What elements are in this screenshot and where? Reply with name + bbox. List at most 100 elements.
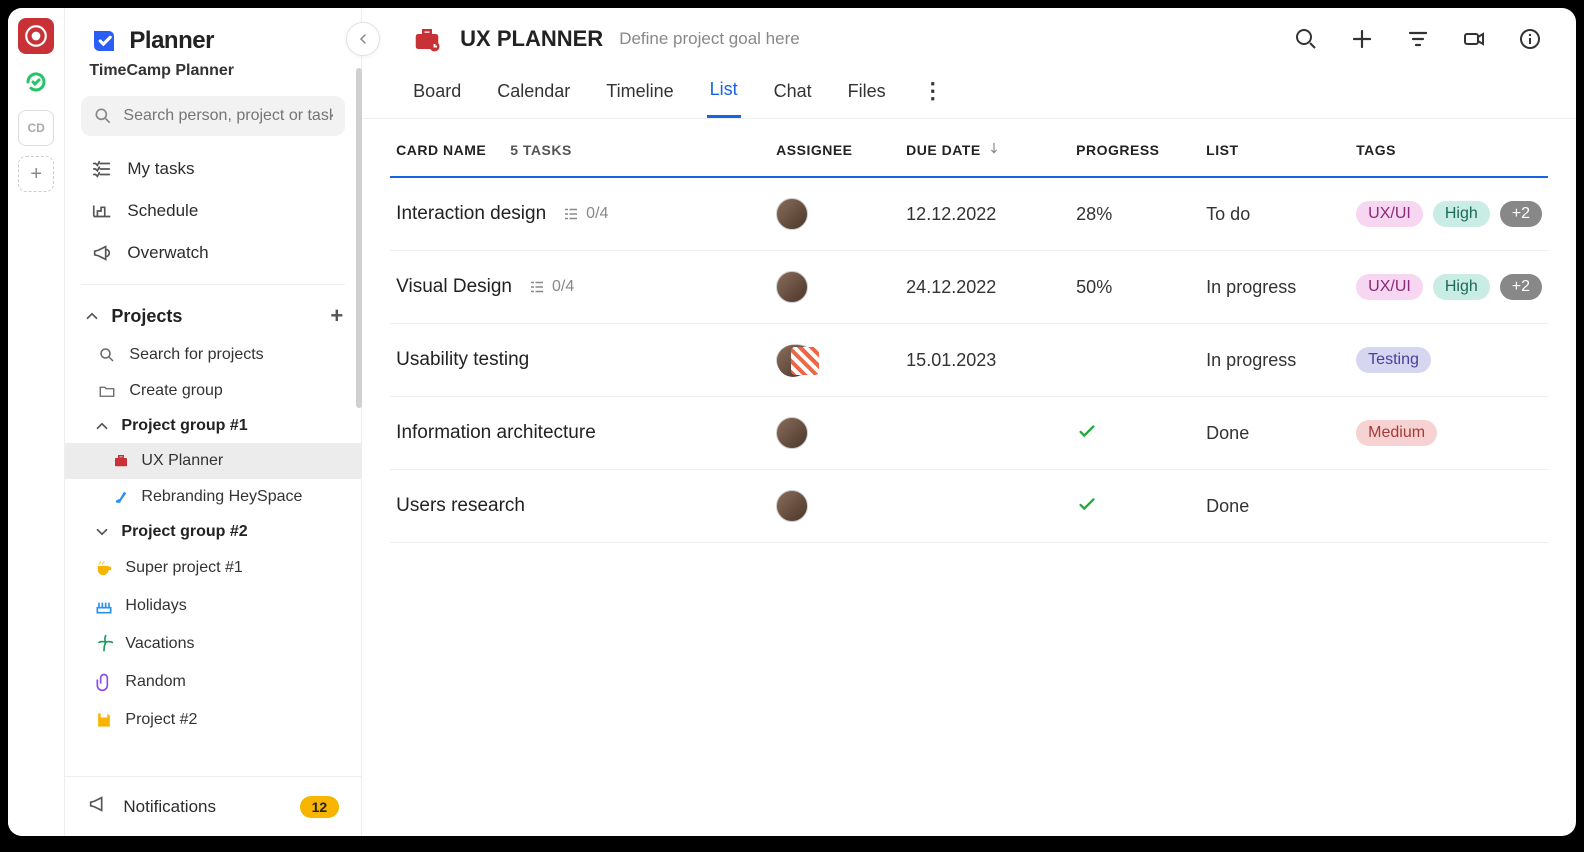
th-due-date[interactable]: DUE DATE (906, 141, 1076, 158)
list-cell: In progress (1206, 350, 1356, 371)
tag[interactable]: Medium (1356, 420, 1437, 446)
project-vacations[interactable]: Vacations (65, 625, 361, 663)
tab-more[interactable]: ⋮ (919, 70, 947, 118)
task-table: CARD NAME5 TASKS ASSIGNEE DUE DATE PROGR… (362, 119, 1576, 543)
nav-label: Overwatch (127, 243, 208, 263)
table-row[interactable]: Usability testing15.01.2023In progressTe… (390, 324, 1548, 397)
table-row[interactable]: Interaction design0/412.12.202228%To doU… (390, 178, 1548, 251)
tag[interactable]: UX/UI (1356, 274, 1423, 300)
search-projects-link[interactable]: Search for projects (65, 337, 361, 373)
project-ux-planner[interactable]: UX Planner (65, 443, 361, 479)
th-progress[interactable]: PROGRESS (1076, 142, 1206, 158)
table-row[interactable]: Visual Design0/424.12.202250%In progress… (390, 251, 1548, 324)
info-button[interactable] (1516, 25, 1544, 53)
rail-workspace-cd[interactable]: CD (18, 110, 54, 146)
tag[interactable]: +2 (1500, 201, 1542, 227)
project-label: Rebranding HeySpace (141, 488, 302, 506)
list-cell: To do (1206, 204, 1356, 225)
tab-files[interactable]: Files (845, 70, 889, 118)
app-subtitle: TimeCamp Planner (65, 62, 361, 90)
project-title[interactable]: UX PLANNER (460, 26, 603, 52)
list-cell: Done (1206, 423, 1356, 444)
nav-label: Schedule (127, 201, 198, 221)
tasks-icon (91, 158, 113, 180)
list-cell: In progress (1206, 277, 1356, 298)
rail-app-icon[interactable] (18, 18, 54, 54)
project-label: Project #2 (125, 711, 197, 729)
tab-timeline[interactable]: Timeline (603, 70, 676, 118)
chevron-down-icon (93, 523, 111, 541)
add-button[interactable] (1348, 25, 1376, 53)
project-goal-input[interactable]: Define project goal here (619, 29, 800, 49)
sidebar: Planner TimeCamp Planner My tasks Schedu… (65, 8, 362, 836)
avatar[interactable] (776, 344, 816, 376)
avatar[interactable] (776, 198, 808, 230)
table-row[interactable]: Users researchDone (390, 470, 1548, 543)
project-super-1[interactable]: Super project #1 (65, 549, 361, 587)
tag[interactable]: High (1433, 201, 1490, 227)
schedule-icon (91, 200, 113, 222)
sidebar-search-input[interactable] (123, 107, 333, 125)
megaphone-icon (87, 793, 109, 820)
th-card-name[interactable]: CARD NAME5 TASKS (396, 142, 776, 158)
project-random[interactable]: Random (65, 663, 361, 701)
chevron-up-icon (93, 417, 111, 435)
avatar[interactable] (776, 490, 808, 522)
tab-calendar[interactable]: Calendar (494, 70, 573, 118)
th-list[interactable]: LIST (1206, 142, 1356, 158)
task-name: Users research (396, 495, 525, 517)
avatar[interactable] (776, 417, 808, 449)
projects-section-header[interactable]: Projects + (65, 295, 361, 337)
tag[interactable]: +2 (1500, 274, 1542, 300)
sidebar-header: Planner (65, 8, 361, 62)
tag[interactable]: UX/UI (1356, 201, 1423, 227)
planner-logo-icon (89, 26, 119, 56)
th-tags[interactable]: TAGS (1356, 142, 1542, 158)
notifications-link[interactable]: Notifications 12 (65, 776, 361, 836)
task-name: Information architecture (396, 422, 596, 444)
add-project-button[interactable]: + (330, 303, 343, 329)
th-assignee[interactable]: ASSIGNEE (776, 142, 906, 158)
divider (81, 284, 345, 285)
projects-label: Projects (111, 306, 182, 327)
tags-cell: Medium (1356, 420, 1542, 446)
nav-label: My tasks (127, 159, 194, 179)
label: Search for projects (129, 346, 263, 364)
project-2[interactable]: Project #2 (65, 701, 361, 739)
back-button[interactable] (346, 22, 380, 56)
chevron-up-icon (83, 307, 101, 325)
tab-list[interactable]: List (707, 70, 741, 118)
project-label: Vacations (125, 635, 194, 653)
nav-overwatch[interactable]: Overwatch (73, 232, 353, 274)
project-group-2-header[interactable]: Project group #2 (65, 515, 361, 549)
due-date: 12.12.2022 (906, 204, 1076, 225)
table-row[interactable]: Information architecture DoneMedium (390, 397, 1548, 470)
tag[interactable]: Testing (1356, 347, 1431, 373)
project-holidays[interactable]: Holidays (65, 587, 361, 625)
brush-icon (111, 487, 131, 507)
task-count: 5 TASKS (510, 142, 572, 158)
app-title: Planner (129, 27, 214, 55)
video-button[interactable] (1460, 25, 1488, 53)
project-tabs: Board Calendar Timeline List Chat Files ⋮ (410, 56, 1544, 118)
nav-my-tasks[interactable]: My tasks (73, 148, 353, 190)
tab-chat[interactable]: Chat (771, 70, 815, 118)
search-button[interactable] (1292, 25, 1320, 53)
project-rebranding[interactable]: Rebranding HeySpace (65, 479, 361, 515)
table-header: CARD NAME5 TASKS ASSIGNEE DUE DATE PROGR… (390, 119, 1548, 178)
due-date: 15.01.2023 (906, 350, 1076, 371)
tab-board[interactable]: Board (410, 70, 464, 118)
filter-button[interactable] (1404, 25, 1432, 53)
rail-add-workspace[interactable]: + (18, 156, 54, 192)
tags-cell: UX/UI High +2 (1356, 201, 1542, 227)
progress-cell (1076, 420, 1206, 447)
sidebar-search[interactable] (81, 96, 345, 136)
avatar[interactable] (776, 271, 808, 303)
progress-cell: 28% (1076, 204, 1206, 225)
sort-arrow-icon (987, 141, 1001, 158)
rail-timecamp-icon[interactable] (18, 64, 54, 100)
tag[interactable]: High (1433, 274, 1490, 300)
create-group-link[interactable]: Create group (65, 373, 361, 409)
nav-schedule[interactable]: Schedule (73, 190, 353, 232)
project-group-1-header[interactable]: Project group #1 (65, 409, 361, 443)
